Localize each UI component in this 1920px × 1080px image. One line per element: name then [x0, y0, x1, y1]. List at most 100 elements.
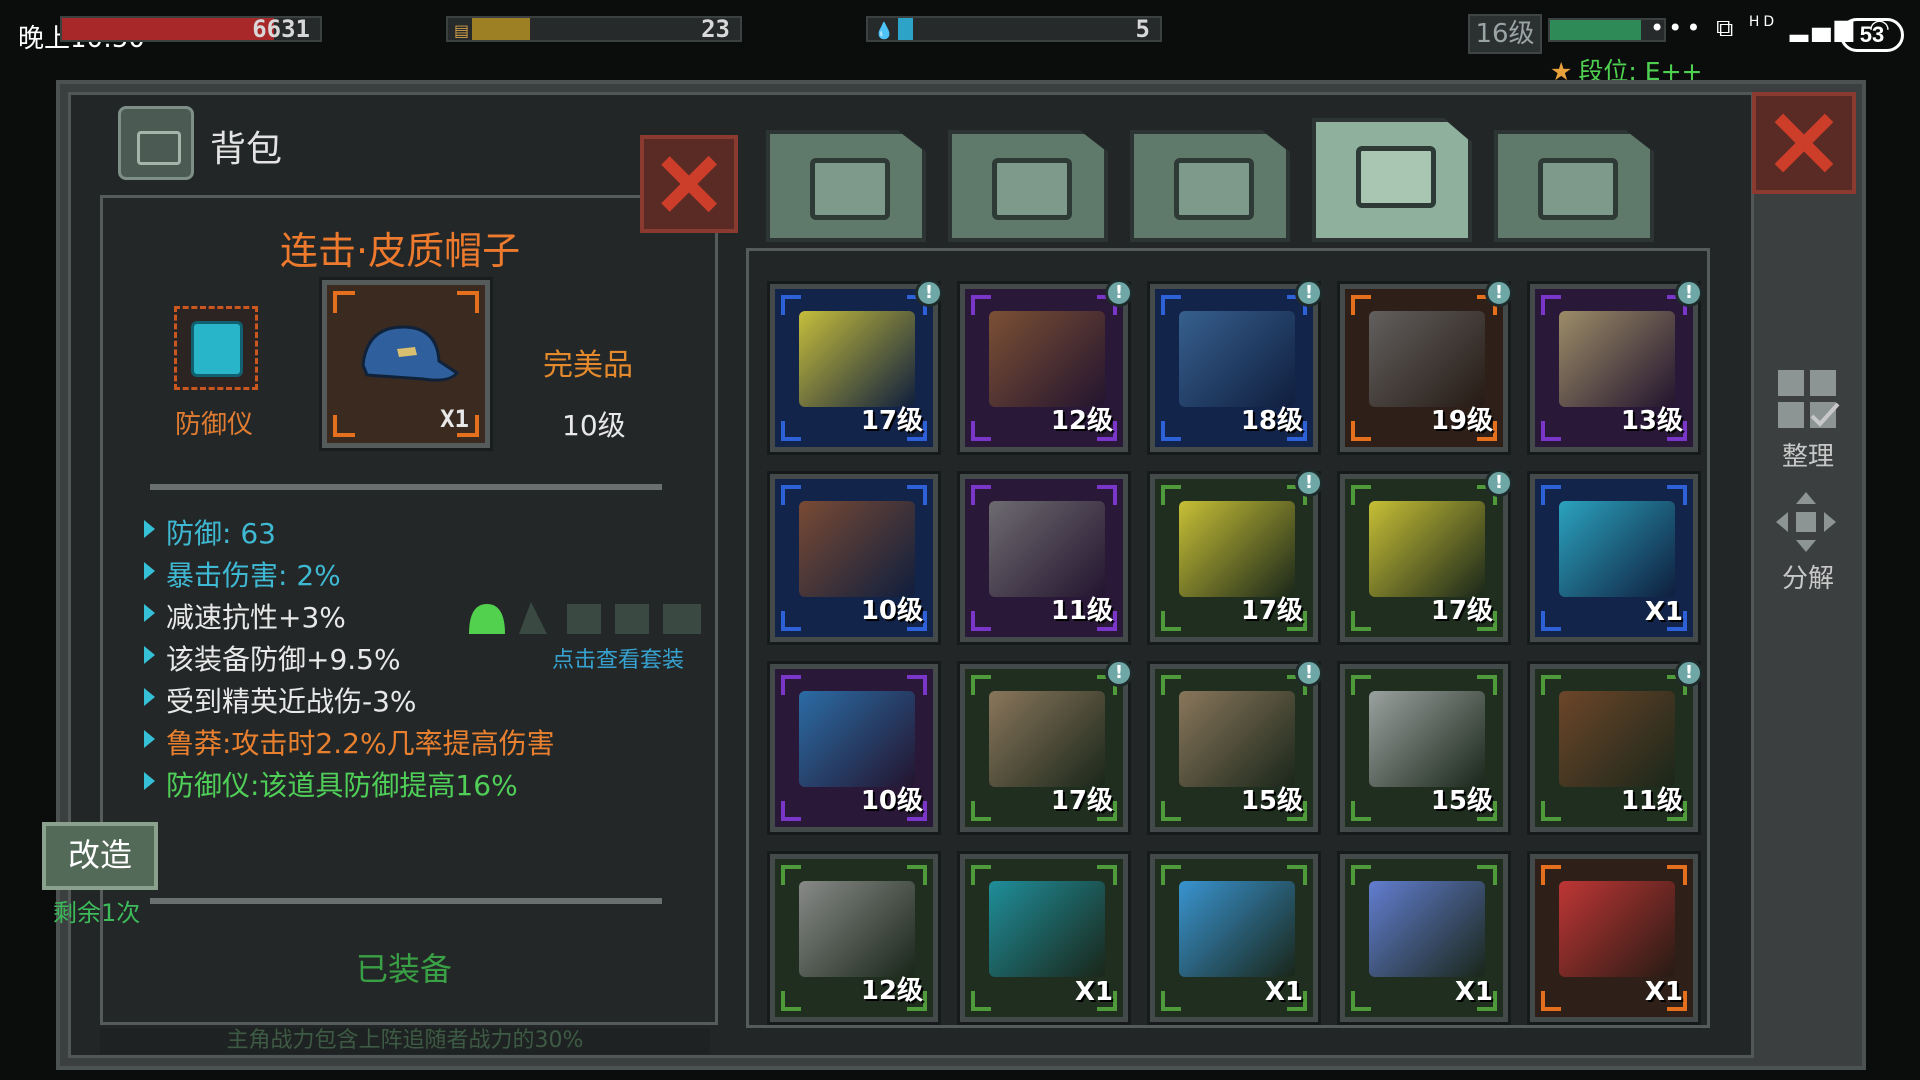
- inventory-slot-blue-jacket[interactable]: 10级: [767, 661, 941, 835]
- energy-pistol-icon: [1369, 501, 1485, 597]
- footer-note: 主角战力包含上阵追随者战力的30%: [100, 1028, 710, 1054]
- slot-corner: [971, 801, 991, 821]
- sort-icon[interactable]: [1776, 368, 1840, 432]
- slot-level: 12级: [860, 976, 923, 1006]
- water-bar: 💧 5: [866, 15, 1162, 43]
- set-pieces[interactable]: [467, 598, 707, 638]
- inventory-slot-tactical-vest[interactable]: 17级!: [957, 659, 1133, 835]
- inventory-slot-axe[interactable]: 12级: [767, 851, 941, 1025]
- inventory-slot-baseball-cap[interactable]: 18级!: [1147, 279, 1323, 455]
- slot-corner: [1541, 865, 1561, 885]
- slot-corner: [1351, 865, 1371, 885]
- inventory-slot-energy-pistol[interactable]: 17级!: [1337, 469, 1513, 645]
- inventory-slot-energy-core[interactable]: X1: [1147, 851, 1321, 1025]
- inventory-slot-handgun[interactable]: 11级: [957, 471, 1131, 645]
- slot-corner: [1351, 485, 1371, 505]
- slot-level: 13级: [1620, 406, 1683, 436]
- slot-level: X1: [1644, 977, 1683, 1007]
- khaki-pants-icon: [1559, 311, 1675, 407]
- slot-corner: [1161, 675, 1181, 695]
- inventory-slot-energy-pistol[interactable]: 17级!: [1147, 469, 1323, 645]
- close-detail-button[interactable]: [640, 135, 738, 233]
- tab-armor[interactable]: [1130, 130, 1290, 242]
- dismantle-icon[interactable]: [1774, 490, 1838, 554]
- inventory-slot-crystal-core[interactable]: X1: [1337, 851, 1511, 1025]
- view-set-link[interactable]: 点击查看套装: [552, 642, 684, 674]
- new-item-badge: !: [1485, 469, 1513, 497]
- inventory-slot-khaki-pants[interactable]: 13级!: [1527, 279, 1703, 455]
- assault-rifle-icon: [799, 501, 915, 597]
- slot-corner: [1161, 865, 1181, 885]
- item-name: 连击·皮质帽子: [280, 229, 521, 273]
- inventory-slot-leather-jacket[interactable]: 11级!: [1527, 659, 1703, 835]
- water-value: 5: [1135, 15, 1150, 43]
- defense-device-icon: [191, 321, 243, 377]
- inventory-slot-scanner-device[interactable]: X1: [957, 851, 1131, 1025]
- sort-button[interactable]: 整理: [1782, 436, 1834, 473]
- slot-corner: [1351, 675, 1371, 695]
- slot-corner: [1541, 675, 1561, 695]
- new-item-badge: !: [1295, 469, 1323, 497]
- new-item-badge: !: [1675, 659, 1703, 687]
- dismantle-button[interactable]: 分解: [1782, 558, 1834, 595]
- slot-corner: [1161, 295, 1181, 315]
- inventory-slot-boots[interactable]: 12级!: [957, 279, 1133, 455]
- divider: [150, 484, 662, 490]
- health-bar: 6631: [60, 15, 322, 43]
- tactical-vest-icon: [989, 691, 1105, 787]
- tab-backpack[interactable]: [766, 130, 926, 242]
- stat-line: 鲁莽:攻击时2.2%几率提高伤害: [144, 722, 555, 762]
- defense-device-slot[interactable]: [174, 306, 258, 390]
- armor-icon: [1174, 158, 1254, 220]
- close-icon: [644, 139, 734, 229]
- inventory-slot-tactical-vest[interactable]: 15级!: [1147, 659, 1323, 835]
- slot-corner: [1541, 801, 1561, 821]
- slot-corner: [781, 801, 801, 821]
- new-item-badge: !: [1295, 659, 1323, 687]
- slot-level: 15级: [1430, 786, 1493, 816]
- frame-corner: [333, 415, 355, 437]
- modify-button[interactable]: 改造: [42, 822, 158, 890]
- tab-medkit[interactable]: [948, 130, 1108, 242]
- slot-corner: [781, 611, 801, 631]
- divider: [150, 898, 662, 904]
- slot-corner: [781, 865, 801, 885]
- slot-corner: [1351, 991, 1371, 1011]
- slot-corner: [1351, 421, 1371, 441]
- stat-text: 防御仪:该道具防御提高16%: [166, 769, 518, 802]
- machete-icon: [1369, 691, 1485, 787]
- inventory-slot-energy-pistol[interactable]: 17级!: [767, 279, 943, 455]
- inventory-slot-assault-rifle[interactable]: 10级: [767, 471, 941, 645]
- inventory-slot-crossbow[interactable]: 19级!: [1337, 279, 1513, 455]
- gun-icon: [1356, 146, 1436, 208]
- leather-cap-icon: [361, 325, 459, 382]
- inventory-slot-weapon-device[interactable]: X1: [1527, 851, 1701, 1025]
- more-icon: •••: [1650, 14, 1705, 42]
- slot-corner: [781, 675, 801, 695]
- new-item-badge: !: [1675, 279, 1703, 307]
- frame-corner: [333, 291, 355, 313]
- scanner-device-icon: [989, 881, 1105, 977]
- stat-line: 该装备防御+9.5%: [144, 638, 401, 678]
- tab-tools[interactable]: [1494, 130, 1654, 242]
- new-item-badge: !: [1485, 279, 1513, 307]
- slot-corner: [1351, 611, 1371, 631]
- crystal-core-icon: [1369, 881, 1485, 977]
- food-icon: ▤: [454, 21, 470, 40]
- remaining-count: 剩余1次: [53, 899, 141, 927]
- slot-corner: [1161, 991, 1181, 1011]
- inventory-slot-machete[interactable]: 15级: [1337, 661, 1511, 835]
- exp-bar: [1548, 18, 1666, 42]
- tab-weapons[interactable]: [1312, 118, 1472, 242]
- item-count: X1: [440, 405, 469, 433]
- slot-corner: [1541, 485, 1561, 505]
- slot-level: X1: [1074, 977, 1113, 1007]
- slot-corner: [1161, 485, 1181, 505]
- slot-corner: [971, 675, 991, 695]
- weapon-device-icon: [1559, 881, 1675, 977]
- crossbow-icon: [1369, 311, 1485, 407]
- close-inventory-button[interactable]: [1752, 92, 1856, 194]
- inventory-slot-defense-device[interactable]: X1: [1527, 471, 1701, 645]
- new-item-badge: !: [1295, 279, 1323, 307]
- leather-jacket-icon: [1559, 691, 1675, 787]
